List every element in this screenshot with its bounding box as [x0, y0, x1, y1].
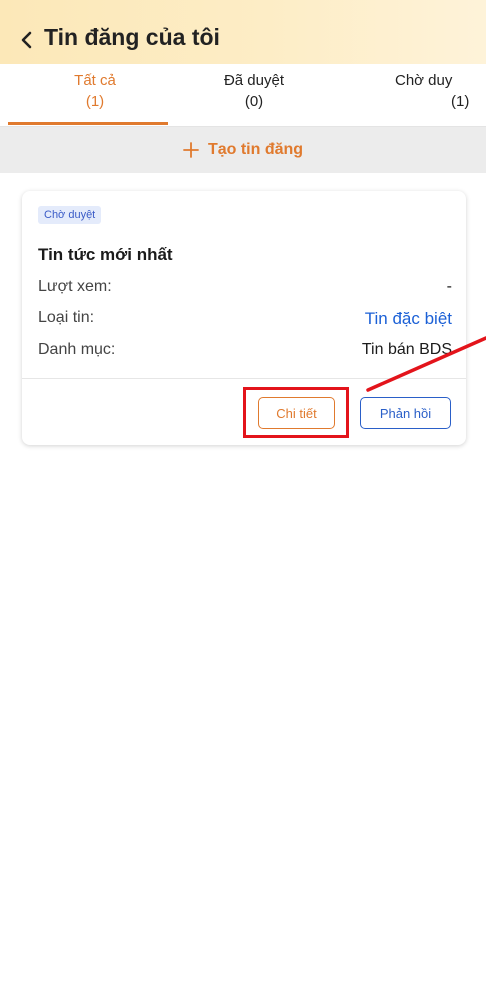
detail-button[interactable]: Chi tiết — [258, 397, 335, 429]
category-label: Danh mục: — [38, 341, 116, 358]
listing-type-value: Tin đặc biệt — [364, 309, 452, 328]
tab-pending-label: Chờ duy — [395, 72, 453, 89]
listing-card: Chờ duyệt Tin tức mới nhất Lượt xem: - L… — [22, 191, 466, 445]
listing-type-label: Loại tin: — [38, 309, 95, 326]
views-row: Lượt xem: - — [38, 278, 452, 302]
reply-button[interactable]: Phản hồi — [360, 397, 451, 429]
tab-approved-count: (0) — [244, 93, 264, 110]
chevron-left-icon[interactable] — [18, 28, 36, 52]
status-badge: Chờ duyệt — [38, 206, 102, 224]
tab-approved[interactable]: Đã duyệt (0) — [204, 70, 304, 112]
category-row: Danh mục: Tin bán BDS — [38, 341, 452, 365]
views-value: - — [446, 278, 452, 295]
create-listing-button[interactable]: Tạo tin đăng — [0, 127, 486, 173]
active-tab-indicator — [8, 122, 168, 125]
listing-title: Tin tức mới nhất — [38, 245, 173, 264]
create-listing-label: Tạo tin đăng — [207, 141, 304, 158]
card-divider — [22, 378, 466, 379]
app-header: Tin đăng của tôi — [0, 0, 486, 64]
tab-all-count: (1) — [85, 93, 105, 110]
views-label: Lượt xem: — [38, 278, 112, 295]
tab-all-label: Tất cả — [74, 72, 116, 89]
category-value: Tin bán BDS — [361, 341, 452, 358]
tab-pending[interactable]: Chờ duy (1) — [395, 70, 486, 112]
listing-type-row: Loại tin: Tin đặc biệt — [38, 309, 452, 333]
status-tabs: Tất cả (1) Đã duyệt (0) Chờ duy (1) — [0, 64, 486, 127]
tab-approved-label: Đã duyệt — [223, 72, 285, 89]
tab-pending-count: (1) — [451, 93, 470, 110]
plus-icon — [183, 142, 199, 158]
tab-all[interactable]: Tất cả (1) — [35, 70, 155, 112]
page-title: Tin đăng của tôi — [44, 24, 220, 50]
